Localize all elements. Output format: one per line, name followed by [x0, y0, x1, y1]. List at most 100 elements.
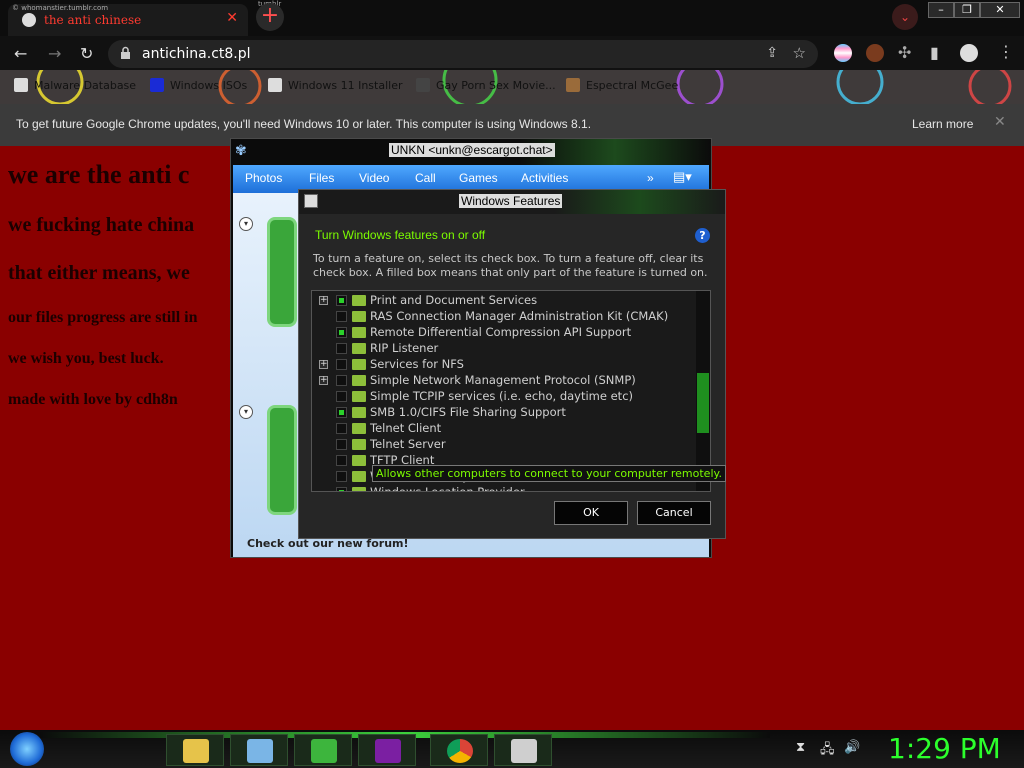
folder-icon: [352, 391, 366, 402]
extensions-puzzle-icon[interactable]: ✣: [898, 43, 911, 62]
bookmark-espectral-mcgee[interactable]: Espectral McGee: [566, 78, 678, 92]
tab-search-icon[interactable]: ⌄: [892, 4, 918, 30]
picture-icon: [247, 739, 273, 763]
feature-row[interactable]: SMB 1.0/CIFS File Sharing Support: [312, 405, 696, 421]
feature-row[interactable]: + Print and Document Services: [312, 293, 696, 309]
address-bar[interactable]: antichina.ct8.pl ⇪ ☆: [108, 40, 818, 68]
infobar-close-icon[interactable]: ✕: [994, 114, 1006, 130]
feature-row[interactable]: RAS Connection Manager Administration Ki…: [312, 309, 696, 325]
back-arrow-icon[interactable]: ←: [14, 44, 27, 63]
feature-checkbox[interactable]: [336, 391, 347, 402]
network-usage-icon[interactable]: ⧗: [796, 740, 805, 755]
taskbar-features[interactable]: [494, 734, 552, 766]
browser-tab[interactable]: © whomanstier.tumblr.com the anti chines…: [8, 4, 248, 36]
taskbar-messenger[interactable]: [294, 734, 352, 766]
tab-close-icon[interactable]: ✕: [226, 10, 238, 26]
bookmark-windows-isos[interactable]: Windows ISOs: [150, 78, 247, 92]
feature-checkbox[interactable]: [336, 407, 347, 418]
tab-files[interactable]: Files: [309, 171, 334, 185]
menu-kebab-icon[interactable]: ⋮: [998, 42, 1014, 61]
bookmark-movie[interactable]: Gay Porn Sex Movie...: [416, 78, 556, 92]
expand-icon[interactable]: +: [319, 296, 328, 305]
tab-video[interactable]: Video: [359, 171, 389, 185]
cancel-button[interactable]: Cancel: [637, 501, 711, 525]
feature-row[interactable]: Telnet Client: [312, 421, 696, 437]
page-line-5: we wish you, best luck.: [8, 350, 164, 367]
feature-row[interactable]: Windows Location Provider: [312, 485, 696, 492]
help-icon[interactable]: ?: [695, 228, 710, 243]
minimize-button[interactable]: –: [928, 2, 954, 18]
tab-photos[interactable]: Photos: [245, 171, 282, 185]
feature-label: SMB 1.0/CIFS File Sharing Support: [370, 405, 566, 419]
bookmark-star-icon[interactable]: ☆: [793, 44, 806, 62]
folder-icon: [352, 455, 366, 466]
feature-checkbox[interactable]: [336, 487, 347, 491]
volume-icon[interactable]: 🔊: [844, 740, 860, 755]
new-tab-button[interactable]: +: [256, 3, 284, 31]
folder-icon: [352, 407, 366, 418]
feature-row[interactable]: Telnet Server: [312, 437, 696, 453]
feature-label: Telnet Client: [370, 421, 442, 435]
feature-checkbox[interactable]: [336, 311, 347, 322]
feature-checkbox[interactable]: [336, 375, 347, 386]
reload-icon[interactable]: ↻: [80, 44, 93, 63]
expand-icon[interactable]: +: [319, 360, 328, 369]
feature-checkbox[interactable]: [336, 423, 347, 434]
tab-bar: © whomanstier.tumblr.com the anti chines…: [0, 0, 1024, 36]
close-window-button[interactable]: ✕: [980, 2, 1020, 18]
feature-checkbox[interactable]: [336, 295, 347, 306]
chrome-icon: [447, 739, 473, 763]
tab-call[interactable]: Call: [415, 171, 436, 185]
restore-button[interactable]: ❐: [954, 2, 980, 18]
feature-label: Telnet Server: [370, 437, 446, 451]
contact-display-picture: [267, 217, 297, 327]
feature-checkbox[interactable]: [336, 343, 347, 354]
learn-more-link[interactable]: Learn more: [912, 117, 973, 131]
menu-options-icon[interactable]: ▤▾: [673, 169, 692, 185]
forward-arrow-icon[interactable]: →: [48, 44, 61, 63]
feature-checkbox[interactable]: [336, 455, 347, 466]
extension-avatar-icon[interactable]: [866, 44, 884, 62]
lock-icon: [121, 46, 130, 59]
tab-games[interactable]: Games: [459, 171, 498, 185]
features-tree[interactable]: + Print and Document Services RAS Connecti…: [311, 290, 711, 492]
taskbar-photos[interactable]: [230, 734, 288, 766]
extension-flag-icon[interactable]: [834, 44, 852, 62]
tab-more[interactable]: »: [647, 171, 654, 185]
feature-checkbox[interactable]: [336, 439, 347, 450]
feature-row[interactable]: RIP Listener: [312, 341, 696, 357]
taskbar-clock[interactable]: 1:29 PM: [888, 732, 1001, 765]
ok-button[interactable]: OK: [554, 501, 628, 525]
feature-row[interactable]: + Simple Network Management Protocol (SNM…: [312, 373, 696, 389]
folder-icon: [352, 311, 366, 322]
feature-label: Windows Location Provider: [370, 485, 525, 492]
bookmark-malware-database[interactable]: Malware Database: [14, 78, 136, 92]
profile-icon[interactable]: [960, 44, 978, 62]
taskbar-explorer[interactable]: [166, 734, 224, 766]
tab-activities[interactable]: Activities: [521, 171, 568, 185]
feature-checkbox[interactable]: [336, 359, 347, 370]
collapse-bottom-icon[interactable]: ▾: [239, 405, 253, 419]
taskbar-chrome[interactable]: [430, 734, 488, 766]
taskbar-yahoo[interactable]: [358, 734, 416, 766]
tree-scrollbar[interactable]: [696, 291, 710, 491]
page-heading: we are the anti c: [8, 160, 190, 189]
folder-icon: [352, 487, 366, 491]
feature-row[interactable]: Remote Differential Compression API Supp…: [312, 325, 696, 341]
feature-checkbox[interactable]: [336, 327, 347, 338]
network-icon[interactable]: 🖧: [820, 740, 835, 762]
feature-row[interactable]: Simple TCPIP services (i.e. echo, daytim…: [312, 389, 696, 405]
windows-features-dialog: Windows Features Turn Windows features o…: [298, 189, 726, 539]
feature-row[interactable]: + Services for NFS: [312, 357, 696, 373]
expand-icon[interactable]: +: [319, 376, 328, 385]
folder-icon: [352, 359, 366, 370]
side-panel-icon[interactable]: ▮: [930, 43, 939, 62]
start-button[interactable]: [10, 732, 44, 766]
collapse-top-icon[interactable]: ▾: [239, 217, 253, 231]
feature-label: Services for NFS: [370, 357, 464, 371]
scrollbar-thumb[interactable]: [697, 373, 709, 433]
feature-checkbox[interactable]: [336, 471, 347, 482]
bookmark-favicon-icon: [566, 78, 580, 92]
bookmark-windows-11-installer[interactable]: Windows 11 Installer: [268, 78, 403, 92]
share-icon[interactable]: ⇪: [766, 45, 778, 61]
